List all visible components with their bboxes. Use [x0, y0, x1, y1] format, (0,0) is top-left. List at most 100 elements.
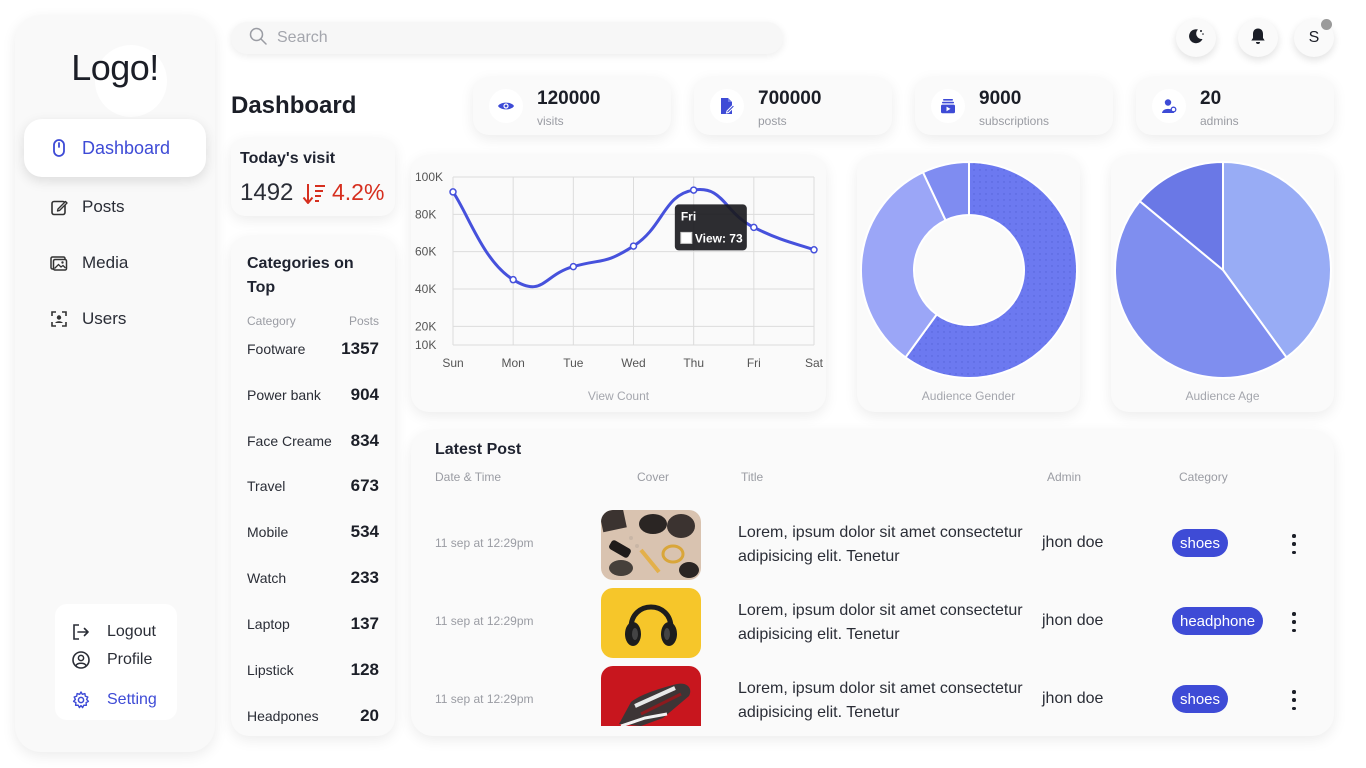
post-title[interactable]: Lorem, ipsum dolor sit amet consectetur …	[738, 599, 1028, 647]
post-title[interactable]: Lorem, ipsum dolor sit amet consectetur …	[738, 677, 1028, 725]
category-badge[interactable]: shoes	[1172, 529, 1229, 557]
table-row[interactable]: 11 sep at 12:29pm Lorem, ipsum dolor sit…	[411, 664, 1334, 736]
stat-value: 120000	[537, 88, 601, 109]
x-tick-label: Sat	[805, 356, 824, 370]
logout-icon	[71, 622, 91, 642]
logo[interactable]: Logo!	[15, 47, 215, 89]
posts-icon	[50, 198, 68, 216]
edit-document-icon	[710, 89, 744, 123]
data-point	[689, 186, 698, 194]
category-name: Laptop	[247, 616, 290, 632]
search-input[interactable]	[277, 29, 757, 47]
category-count: 20	[360, 706, 379, 725]
todays-visit-change: 4.2%	[332, 179, 385, 205]
audience-gender-card: Audience Gender	[857, 155, 1080, 412]
logout-label: Logout	[107, 623, 156, 640]
category-count: 233	[350, 568, 379, 587]
sidebar-item-media[interactable]: Media	[24, 234, 206, 292]
category-row[interactable]: Lipstick 128	[247, 660, 379, 680]
category-badge[interactable]: headphone	[1172, 607, 1264, 635]
data-point	[810, 246, 818, 254]
x-tick-label: Sun	[442, 356, 463, 370]
notifications-button[interactable]	[1238, 19, 1278, 57]
setting-label: Setting	[107, 691, 157, 708]
category-row[interactable]: Watch 233	[247, 568, 379, 588]
category-row[interactable]: Face Creame 834	[247, 431, 379, 451]
view-count-chart-card: 100K 80K 60K 40K 20K 10K Sun Mon Tue Wed Thu Fri Sat…	[411, 155, 826, 412]
sidebar-item-posts[interactable]: Posts	[24, 178, 206, 236]
post-title[interactable]: Lorem, ipsum dolor sit amet consectetur …	[738, 521, 1028, 569]
table-row[interactable]: 11 sep at 12:29pm Lorem, ipsum dolor sit…	[411, 508, 1334, 580]
more-vertical-icon[interactable]	[1289, 690, 1299, 710]
page-title: Dashboard	[231, 92, 357, 119]
todays-visit-card: Today's visit 1492 4.2%	[231, 138, 395, 216]
category-name: Travel	[247, 478, 286, 494]
audience-age-pie-chart[interactable]	[1111, 155, 1334, 412]
sidebar-item-users[interactable]: Users	[24, 290, 206, 348]
post-date: 11 sep at 12:29pm	[435, 614, 534, 628]
subscriptions-icon	[931, 89, 965, 123]
category-count: 137	[350, 614, 379, 633]
category-row[interactable]: Laptop 137	[247, 614, 379, 634]
post-date: 11 sep at 12:29pm	[435, 536, 534, 550]
chart-tooltip: Fri View: 73	[674, 204, 747, 251]
category-badge[interactable]: shoes	[1172, 685, 1229, 713]
category-count: 1357	[341, 339, 379, 358]
audience-gender-donut-chart[interactable]	[857, 155, 1080, 412]
stat-label: posts	[758, 114, 787, 128]
category-row[interactable]: Power bank 904	[247, 385, 379, 405]
more-vertical-icon[interactable]	[1289, 534, 1299, 554]
data-point	[629, 242, 638, 250]
profile-icon	[71, 650, 91, 670]
view-count-line-chart[interactable]: 100K 80K 60K 40K 20K 10K Sun Mon Tue Wed Thu Fri Sat…	[411, 155, 826, 412]
category-row[interactable]: Footware 1357	[247, 339, 379, 359]
stat-card-visits: 120000 visits	[473, 77, 671, 135]
y-tick-label: 80K	[415, 207, 436, 221]
category-count: 673	[350, 476, 379, 495]
tooltip-text: View: 73	[695, 231, 743, 245]
stat-label: admins	[1200, 114, 1239, 128]
column-header-title: Title	[741, 470, 764, 484]
chart-caption: Audience Gender	[921, 389, 1016, 403]
table-row[interactable]: 11 sep at 12:29pm Lorem, ipsum dolor sit…	[411, 586, 1334, 658]
profile-button[interactable]: Profile	[71, 650, 152, 670]
logout-button[interactable]: Logout	[71, 622, 156, 642]
sidebar-item-label: Posts	[82, 197, 125, 216]
category-row[interactable]: Headpones 20	[247, 706, 379, 726]
data-point	[509, 275, 517, 284]
more-vertical-icon[interactable]	[1289, 612, 1299, 632]
column-header-category: Category	[1179, 470, 1228, 484]
search-bar[interactable]	[231, 22, 783, 54]
audience-age-card: Audience Age	[1111, 155, 1334, 412]
moon-icon	[1187, 27, 1205, 50]
post-date: 11 sep at 12:29pm	[435, 692, 534, 706]
category-count: 834	[350, 431, 379, 450]
headphone-photo[interactable]	[601, 588, 701, 658]
admin-user-icon	[1152, 89, 1186, 123]
sneaker-photo[interactable]	[601, 666, 701, 726]
column-header-admin: Admin	[1047, 470, 1082, 484]
todays-visit-title: Today's visit	[240, 150, 336, 167]
setting-button[interactable]: Setting	[71, 690, 157, 710]
dashboard-icon	[50, 139, 68, 157]
avatar[interactable]: S	[1294, 19, 1334, 57]
category-name: Lipstick	[247, 662, 294, 678]
y-tick-label: 100K	[415, 170, 443, 184]
accessories-photo[interactable]	[601, 510, 701, 580]
column-header-category: Category	[247, 314, 296, 328]
bell-icon	[1250, 27, 1266, 50]
stat-label: subscriptions	[979, 114, 1050, 128]
users-icon	[50, 310, 68, 328]
stat-card-subscriptions: 9000 subscriptions	[915, 77, 1113, 135]
post-admin: jhon doe	[1042, 690, 1104, 707]
category-name: Face Creame	[247, 433, 332, 449]
y-tick-label: 40K	[415, 282, 436, 296]
profile-label: Profile	[107, 651, 153, 668]
sidebar-item-dashboard[interactable]: Dashboard	[24, 119, 206, 177]
category-row[interactable]: Travel 673	[247, 476, 379, 496]
todays-visit-value: 1492	[240, 179, 294, 206]
category-name: Power bank	[247, 387, 321, 403]
theme-toggle-button[interactable]	[1176, 19, 1216, 57]
category-row[interactable]: Mobile 534	[247, 522, 379, 542]
stat-value: 700000	[758, 88, 822, 109]
